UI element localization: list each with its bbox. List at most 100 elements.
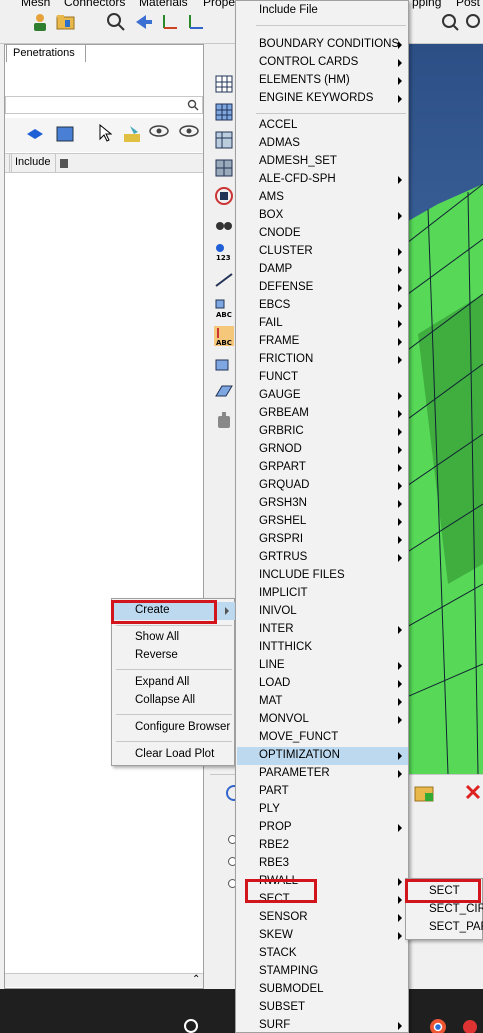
kw-item-cluster[interactable]: CLUSTER bbox=[237, 243, 408, 261]
back-arrow-icon[interactable] bbox=[134, 12, 154, 32]
kw-item-stamping[interactable]: STAMPING bbox=[237, 963, 408, 981]
kw-item-move-funct[interactable]: MOVE_FUNCT bbox=[237, 729, 408, 747]
kw-item-part[interactable]: PART bbox=[237, 783, 408, 801]
kw-item-fail[interactable]: FAIL bbox=[237, 315, 408, 333]
delete-icon[interactable] bbox=[464, 783, 482, 801]
sub-item-sect-circ[interactable]: SECT_CIRC bbox=[407, 901, 483, 919]
kw-item-box[interactable]: BOX bbox=[237, 207, 408, 225]
ctx-item-configure-browser[interactable]: Configure Browser bbox=[113, 719, 235, 737]
open-folder-icon[interactable] bbox=[56, 12, 76, 32]
kw-item-grspri[interactable]: GRSPRI bbox=[237, 531, 408, 549]
kw-item-ale-cfd-sph[interactable]: ALE-CFD-SPH bbox=[237, 171, 408, 189]
label-abc-icon[interactable]: ABC bbox=[214, 298, 234, 318]
element-color-icon[interactable] bbox=[214, 186, 234, 206]
kw-item-admas[interactable]: ADMAS bbox=[237, 135, 408, 153]
app-taskbar-icon[interactable] bbox=[460, 1017, 480, 1033]
kw-item-optimization[interactable]: OPTIMIZATION bbox=[237, 747, 408, 765]
zoom-out-icon[interactable] bbox=[464, 12, 483, 32]
sub-item-sect-paral[interactable]: SECT_PARAL bbox=[407, 919, 483, 937]
search-icon[interactable] bbox=[187, 99, 199, 111]
ctx-item-reverse[interactable]: Reverse bbox=[113, 647, 235, 665]
kw-item-grtrus[interactable]: GRTRUS bbox=[237, 549, 408, 567]
axis-xz-icon[interactable] bbox=[186, 12, 206, 32]
measure-icon[interactable] bbox=[214, 270, 234, 290]
menu-mapping[interactable]: pping bbox=[412, 0, 441, 9]
kw-item-include-files[interactable]: INCLUDE FILES bbox=[237, 567, 408, 585]
kw-item-skew[interactable]: SKEW bbox=[237, 927, 408, 945]
menu-mesh[interactable]: Mesh bbox=[21, 0, 50, 9]
menu-connectors[interactable]: Connectors bbox=[64, 0, 125, 9]
plane-icon[interactable] bbox=[214, 382, 234, 402]
kw-item-accel[interactable]: ACCEL bbox=[237, 117, 408, 135]
mesh-shaded-icon[interactable] bbox=[214, 102, 234, 122]
folder-export-icon[interactable] bbox=[413, 781, 441, 805]
menu-properties[interactable]: Prope bbox=[203, 0, 235, 9]
kw-item-implicit[interactable]: IMPLICIT bbox=[237, 585, 408, 603]
kw-item-grbric[interactable]: GRBRIC bbox=[237, 423, 408, 441]
user-profile-icon[interactable] bbox=[30, 12, 50, 32]
display-mode-icon[interactable] bbox=[55, 124, 79, 144]
kw-item-grquad[interactable]: GRQUAD bbox=[237, 477, 408, 495]
kw-item-elements-hm[interactable]: ELEMENTS (HM) bbox=[237, 72, 408, 90]
browser-scrollbar[interactable]: ⌃ bbox=[5, 973, 203, 987]
kw-item-mat[interactable]: MAT bbox=[237, 693, 408, 711]
mesh-icon[interactable] bbox=[214, 74, 234, 94]
show-hide-icon[interactable] bbox=[147, 122, 171, 146]
kw-item-boundary-conditions[interactable]: BOUNDARY CONDITIONS bbox=[237, 36, 408, 54]
kw-item-grnod[interactable]: GRNOD bbox=[237, 441, 408, 459]
chrome-icon[interactable] bbox=[428, 1017, 448, 1033]
kw-item-gauge[interactable]: GAUGE bbox=[237, 387, 408, 405]
kw-item-rwall[interactable]: RWALL bbox=[237, 873, 408, 891]
kw-item-ply[interactable]: PLY bbox=[237, 801, 408, 819]
ctx-item-create[interactable]: Create bbox=[113, 602, 235, 620]
label-abc-active-icon[interactable]: ABC bbox=[214, 326, 234, 346]
kw-item-frame[interactable]: FRAME bbox=[237, 333, 408, 351]
kw-item-surf[interactable]: SURF bbox=[237, 1017, 408, 1033]
axis-xy-icon[interactable] bbox=[160, 12, 180, 32]
binoculars-icon[interactable] bbox=[214, 214, 234, 234]
isolate-icon[interactable] bbox=[177, 122, 201, 146]
ctx-item-collapse-all[interactable]: Collapse All bbox=[113, 692, 235, 710]
kw-item-engine-keywords[interactable]: ENGINE KEYWORDS bbox=[237, 90, 408, 108]
kw-item-admesh-set[interactable]: ADMESH_SET bbox=[237, 153, 408, 171]
kw-item-grshel[interactable]: GRSHEL bbox=[237, 513, 408, 531]
kw-item-submodel[interactable]: SUBMODEL bbox=[237, 981, 408, 999]
kw-item-grbeam[interactable]: GRBEAM bbox=[237, 405, 408, 423]
mesh-edges-icon[interactable] bbox=[214, 130, 234, 150]
kw-item-funct[interactable]: FUNCT bbox=[237, 369, 408, 387]
kw-item-grpart[interactable]: GRPART bbox=[237, 459, 408, 477]
ctx-item-show-all[interactable]: Show All bbox=[113, 629, 235, 647]
kw-item-friction[interactable]: FRICTION bbox=[237, 351, 408, 369]
kw-item-sensor[interactable]: SENSOR bbox=[237, 909, 408, 927]
kw-item-stack[interactable]: STACK bbox=[237, 945, 408, 963]
kw-item-control-cards[interactable]: CONTROL CARDS bbox=[237, 54, 408, 72]
cursor-pointer-icon[interactable] bbox=[98, 124, 112, 142]
menu-post[interactable]: Post bbox=[456, 0, 480, 9]
entity-view-icon[interactable] bbox=[25, 126, 45, 142]
highlight-icon[interactable] bbox=[122, 124, 144, 144]
kw-item-inter[interactable]: INTER bbox=[237, 621, 408, 639]
zoom-window-icon[interactable] bbox=[440, 12, 460, 32]
kw-item-parameter[interactable]: PARAMETER bbox=[237, 765, 408, 783]
scroll-up-icon[interactable]: ⌃ bbox=[192, 974, 200, 985]
kw-item-prop[interactable]: PROP bbox=[237, 819, 408, 837]
menu-materials[interactable]: Materials bbox=[139, 0, 188, 9]
kw-item-ams[interactable]: AMS bbox=[237, 189, 408, 207]
kw-item-grsh3n[interactable]: GRSH3N bbox=[237, 495, 408, 513]
kw-item-ebcs[interactable]: EBCS bbox=[237, 297, 408, 315]
kw-item-rbe3[interactable]: RBE3 bbox=[237, 855, 408, 873]
kw-item-damp[interactable]: DAMP bbox=[237, 261, 408, 279]
weight-icon[interactable] bbox=[214, 410, 234, 430]
kw-item-monvol[interactable]: MONVOL bbox=[237, 711, 408, 729]
column-include[interactable]: Include bbox=[11, 154, 55, 172]
kw-item-cnode[interactable]: CNODE bbox=[237, 225, 408, 243]
vector-icon[interactable] bbox=[214, 354, 234, 374]
ctx-item-expand-all[interactable]: Expand All bbox=[113, 674, 235, 692]
sub-item-sect[interactable]: SECT bbox=[407, 883, 483, 901]
kw-item-line[interactable]: LINE bbox=[237, 657, 408, 675]
entity-info-icon[interactable]: 123 bbox=[214, 242, 234, 262]
kw-item-sect[interactable]: SECT bbox=[237, 891, 408, 909]
kw-item-load[interactable]: LOAD bbox=[237, 675, 408, 693]
zoom-icon[interactable] bbox=[106, 12, 126, 32]
mesh-features-icon[interactable] bbox=[214, 158, 234, 178]
